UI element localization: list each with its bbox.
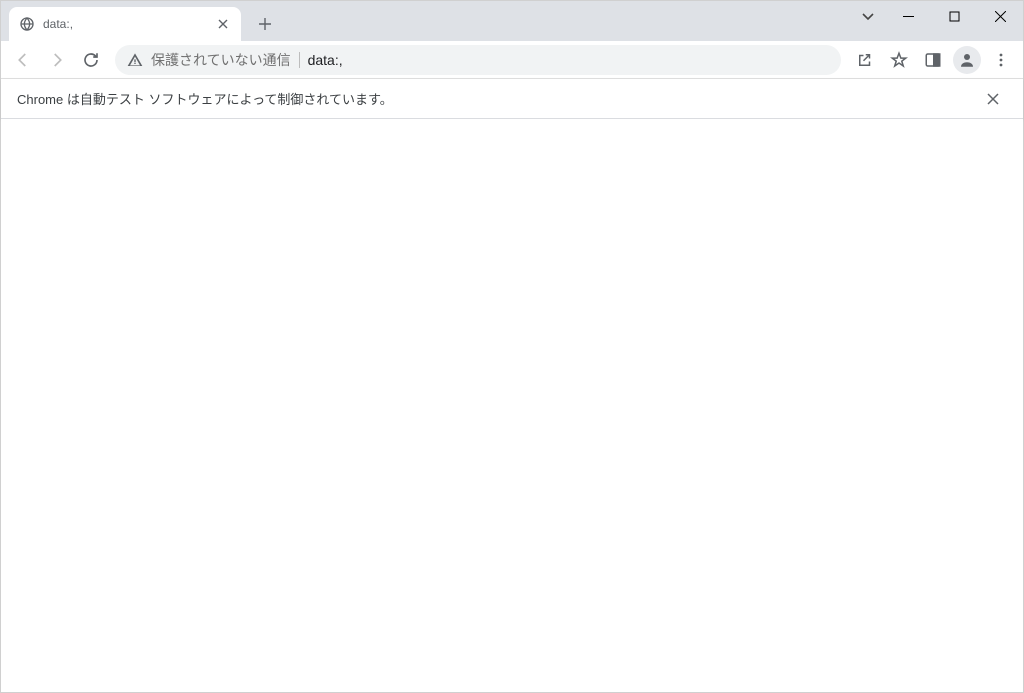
not-secure-icon: [127, 52, 143, 68]
search-tabs-button[interactable]: [851, 1, 885, 31]
url-text: data:,: [308, 52, 829, 68]
side-panel-button[interactable]: [917, 44, 949, 76]
toolbar: 保護されていない通信 data:,: [1, 41, 1023, 79]
globe-icon: [19, 16, 35, 32]
menu-button[interactable]: [985, 44, 1017, 76]
tab-title: data:,: [43, 17, 207, 31]
forward-button: [41, 44, 73, 76]
back-button: [7, 44, 39, 76]
window-close-button[interactable]: [977, 1, 1023, 31]
tab-close-button[interactable]: [215, 16, 231, 32]
automation-infobar: Chrome は自動テスト ソフトウェアによって制御されています。: [1, 79, 1023, 119]
profile-button[interactable]: [953, 46, 981, 74]
security-status-text: 保護されていない通信: [151, 50, 291, 70]
address-bar[interactable]: 保護されていない通信 data:,: [115, 45, 841, 75]
reload-button[interactable]: [75, 44, 107, 76]
minimize-button[interactable]: [885, 1, 931, 31]
active-tab[interactable]: data:,: [9, 7, 241, 41]
maximize-button[interactable]: [931, 1, 977, 31]
share-button[interactable]: [849, 44, 881, 76]
bookmark-button[interactable]: [883, 44, 915, 76]
page-content: [1, 119, 1023, 692]
infobar-close-button[interactable]: [979, 85, 1007, 113]
new-tab-button[interactable]: [251, 10, 279, 38]
infobar-message: Chrome は自動テスト ソフトウェアによって制御されています。: [17, 89, 979, 108]
browser-window: data:,: [0, 0, 1024, 693]
omnibox-divider: [299, 52, 300, 68]
window-controls: [851, 1, 1023, 31]
titlebar: data:,: [1, 1, 1023, 41]
